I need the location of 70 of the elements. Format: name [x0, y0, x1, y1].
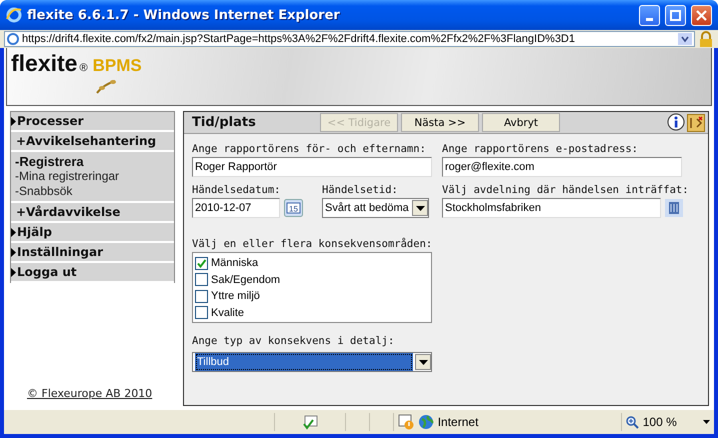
- maximize-icon: [670, 10, 681, 20]
- dropdown-button[interactable]: [415, 354, 431, 370]
- menu-item[interactable]: Processer: [11, 112, 174, 132]
- consequence-dropdown[interactable]: Tillbud: [192, 352, 432, 372]
- checkbox[interactable]: [195, 306, 208, 320]
- zoom-level[interactable]: 100 %: [642, 415, 677, 429]
- info-icon[interactable]: [667, 112, 687, 132]
- nav-button[interactable]: Nästa >>: [401, 113, 479, 132]
- zone-text: Internet: [438, 415, 478, 429]
- url-text: https://drift4.flexite.com/fx2/main.jsp?StartPage=https%3A%2F%2Fdrift4.flexite.com%2Ffx2%2F%3FlangID%3D1: [22, 33, 575, 45]
- caret-icon: [418, 360, 428, 364]
- close-icon: [696, 10, 707, 20]
- browser-icon: [6, 7, 22, 23]
- field-label: Välj en eller flera konsekvensområden:: [192, 237, 434, 252]
- window-title: flexite 6.6.1.7 - Windows Internet Explorer: [27, 8, 341, 22]
- popup-warning-icon: [398, 414, 414, 430]
- field-label: Ange rapportörens för- och efternamn:: [192, 142, 427, 157]
- product-name: BPMS: [92, 56, 142, 76]
- maximize-button[interactable]: [665, 4, 686, 26]
- zoom-icon[interactable]: [626, 416, 639, 428]
- lock-icon: [698, 31, 714, 47]
- name-field[interactable]: Roger Rapportör: [192, 157, 432, 177]
- minimize-button[interactable]: [639, 4, 660, 26]
- address-field[interactable]: https://drift4.flexite.com/fx2/main.jsp?StartPage=https%3A%2F%2Fdrift4.flexite.com%2Ffx2%2F%3FlangID%3D1: [4, 31, 695, 47]
- calendar-button[interactable]: 15: [284, 199, 303, 217]
- checkbox[interactable]: [195, 256, 208, 270]
- copyright-link[interactable]: © Flexeurope AB 2010: [10, 387, 175, 406]
- page-check-icon: [302, 414, 318, 430]
- page-icon: [7, 33, 19, 45]
- menu-link[interactable]: -Snabbsök: [15, 184, 174, 199]
- menu-group[interactable]: +Vårdavvikelse: [11, 203, 174, 223]
- menu-item[interactable]: Inställningar: [11, 243, 174, 263]
- menu-item[interactable]: Logga ut: [11, 263, 174, 283]
- calendar-day: 15: [289, 204, 298, 214]
- menu-item[interactable]: Hjälp: [11, 223, 174, 243]
- field-label: Välj avdelning där händelsen inträffat:: [442, 183, 689, 198]
- triangle-icon: [11, 268, 16, 276]
- dropdown-icon[interactable]: [702, 420, 710, 424]
- triangle-icon: [11, 116, 16, 126]
- menu-link[interactable]: -Registrera: [15, 154, 174, 169]
- checkbox-label: Sak/Egendom: [211, 274, 280, 286]
- triangle-icon: [11, 228, 16, 236]
- exit-icon[interactable]: [687, 114, 705, 132]
- panel-title: Tid/plats: [192, 115, 257, 130]
- trademark-sign: ®: [79, 62, 88, 74]
- checkbox[interactable]: [195, 273, 208, 286]
- checkbox-label: Kvalite: [211, 306, 244, 319]
- menu-group[interactable]: +Avvikelsehantering: [11, 132, 174, 152]
- nav-button[interactable]: Avbryt: [482, 113, 560, 132]
- close-button[interactable]: [691, 4, 712, 26]
- email-field[interactable]: roger@flexite.com: [442, 157, 682, 177]
- field-label: Händelsedatum:: [192, 183, 282, 198]
- triangle-icon: [11, 248, 16, 256]
- building-icon[interactable]: [665, 199, 683, 217]
- dropdown-button[interactable]: [412, 200, 428, 216]
- department-field[interactable]: Stockholmsfabriken: [442, 198, 661, 218]
- caret-icon: [416, 206, 424, 210]
- field-label: Ange typ av konsekvens i detalj:: [192, 334, 396, 349]
- minimize-icon: [646, 18, 653, 20]
- time-dropdown[interactable]: Svårt att bedöma: [322, 198, 429, 218]
- date-field[interactable]: 2010-12-07: [192, 198, 280, 218]
- globe-icon: [418, 414, 434, 430]
- field-label: Ange rapportörens e-postadress:: [442, 142, 639, 157]
- check-icon: [196, 258, 207, 269]
- checkbox-label: Människa: [211, 257, 258, 270]
- logo-text: flexite: [11, 50, 78, 77]
- checkbox-label: Yttre miljö: [211, 290, 260, 302]
- field-label: Händelsetid:: [322, 183, 399, 198]
- checkbox[interactable]: [195, 290, 208, 303]
- menu-link[interactable]: -Mina registreringar: [15, 169, 174, 184]
